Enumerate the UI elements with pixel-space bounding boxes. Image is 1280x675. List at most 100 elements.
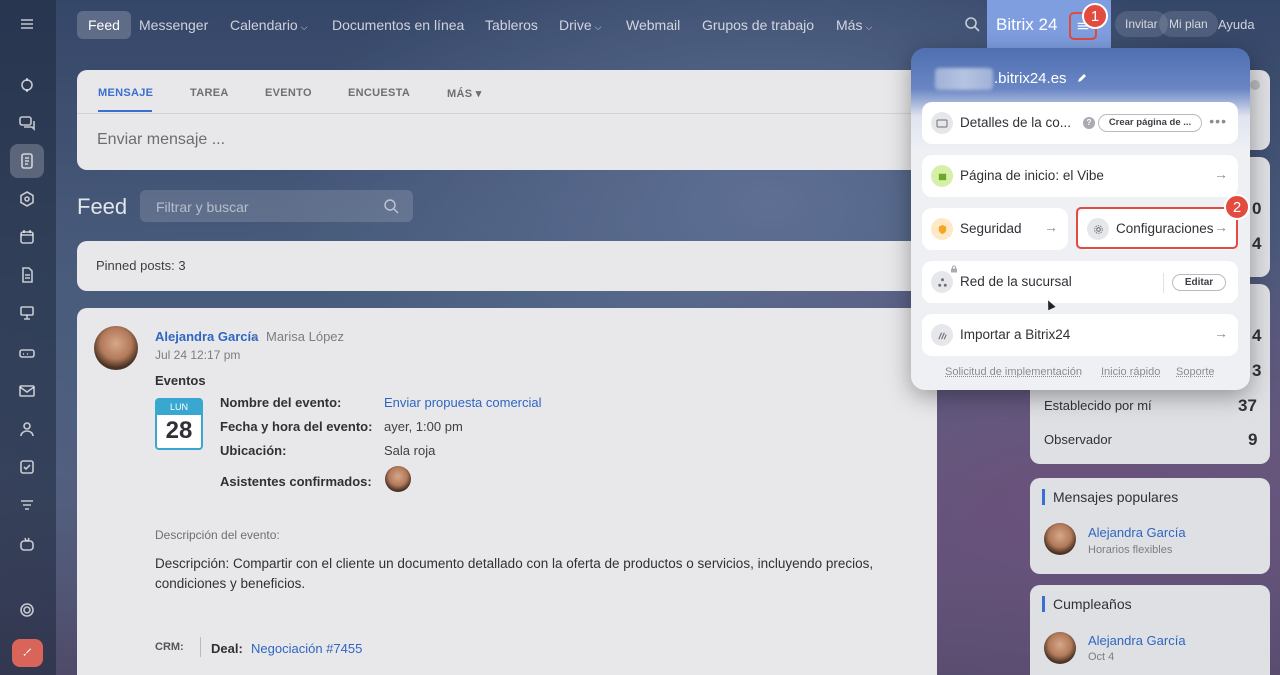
help-icon[interactable]: ? xyxy=(1083,117,1095,129)
company-details-label: Detalles de la co... xyxy=(960,115,1072,130)
calendar-icon[interactable] xyxy=(10,220,44,254)
chevron-right-icon: › xyxy=(253,328,258,343)
event-attendees-label: Asistentes confirmados: xyxy=(220,474,372,489)
presentation-icon[interactable] xyxy=(10,296,44,330)
avatar[interactable] xyxy=(1044,632,1076,664)
popular-posts-widget: Mensajes populares Alejandra García Hora… xyxy=(1030,478,1270,574)
person-link[interactable]: Alejandra García xyxy=(1088,633,1186,648)
create-page-button[interactable]: Crear página de ... xyxy=(1098,114,1202,132)
settings-gear-icon[interactable] xyxy=(10,593,44,627)
post-author[interactable]: Alejandra García xyxy=(155,329,258,344)
page-title: Feed xyxy=(77,194,128,219)
search-icon[interactable] xyxy=(963,15,981,33)
nav-drive[interactable]: Drive ⌵ xyxy=(559,17,602,33)
homepage-item[interactable]: Página de inicio: el Vibe → xyxy=(922,155,1238,197)
event-location-label: Ubicación: xyxy=(220,443,287,458)
search-icon xyxy=(384,199,399,214)
task-row-label[interactable]: Observador xyxy=(1044,432,1112,447)
nav-more-label: Más xyxy=(836,17,863,33)
homepage-label: Página de inicio: el Vibe xyxy=(960,168,1104,183)
feed-icon[interactable] xyxy=(10,144,44,178)
deal-link[interactable]: Negociación #7455 xyxy=(251,641,362,656)
blurred-subdomain xyxy=(935,68,993,90)
task-row-count: 9 xyxy=(1248,430,1258,449)
avatar[interactable] xyxy=(385,466,411,492)
divider xyxy=(200,637,201,657)
birthdays-widget: Cumpleaños Alejandra García Oct 4 xyxy=(1030,585,1270,675)
feed-post: Alejandra García › Marisa López Jul 24 1… xyxy=(77,308,937,675)
nav-documents[interactable]: Documentos en línea xyxy=(332,17,464,33)
rocket-icon[interactable] xyxy=(12,639,43,667)
pencil-icon[interactable] xyxy=(1076,72,1088,84)
counter-value: 0 xyxy=(1252,199,1262,218)
feed-search-input[interactable]: Filtrar y buscar xyxy=(140,190,413,222)
help-link[interactable]: Ayuda xyxy=(1218,17,1255,32)
hexagon-icon[interactable] xyxy=(10,182,44,216)
support-link[interactable]: Soporte xyxy=(1176,366,1215,378)
tasks-icon[interactable] xyxy=(10,450,44,484)
nav-boards[interactable]: Tableros xyxy=(485,17,538,33)
pinned-posts-bar[interactable]: Pinned posts: 3 xyxy=(77,241,937,291)
person-subtitle: Horarios flexibles xyxy=(1088,544,1173,556)
security-item[interactable]: Seguridad → xyxy=(922,208,1068,250)
home-icon xyxy=(931,165,953,187)
tab-more[interactable]: MÁS ▾ xyxy=(447,87,482,100)
post-recipient[interactable]: Marisa López xyxy=(266,329,344,344)
menu-icon[interactable] xyxy=(10,7,44,41)
help-icon[interactable] xyxy=(1250,80,1260,90)
implementation-request-link[interactable]: Solicitud de implementación xyxy=(945,366,1082,378)
event-time-label: Fecha y hora del evento: xyxy=(220,419,373,434)
more-dots-icon[interactable]: ••• xyxy=(1209,113,1227,129)
company-details-item[interactable]: Detalles de la co... ? Crear página de .… xyxy=(922,102,1238,144)
lock-icon xyxy=(951,265,957,273)
group-icon[interactable] xyxy=(10,412,44,446)
event-location-value: Sala roja xyxy=(384,443,436,458)
step-badge-2: 2 xyxy=(1224,194,1250,220)
nav-feed[interactable]: Feed xyxy=(77,11,131,39)
avatar[interactable] xyxy=(1044,523,1076,555)
nav-workgroups[interactable]: Grupos de trabajo xyxy=(702,17,814,33)
nav-webmail[interactable]: Webmail xyxy=(626,17,680,33)
tab-more-label: MÁS xyxy=(447,88,473,100)
post-date[interactable]: Jul 24 12:17 pm xyxy=(155,348,240,362)
nav-messenger[interactable]: Messenger xyxy=(139,17,208,33)
bot-icon[interactable] xyxy=(10,527,44,561)
message-input[interactable]: Enviar mensaje ... xyxy=(97,131,225,149)
filter-icon[interactable] xyxy=(10,489,44,523)
nav-calendar-label: Calendario xyxy=(230,17,298,33)
tab-task[interactable]: TAREA xyxy=(190,87,229,99)
portal-domain: .bitrix24.es xyxy=(994,70,1067,87)
event-description: Descripción: Compartir con el cliente un… xyxy=(155,556,874,591)
quick-start-link[interactable]: Inicio rápido xyxy=(1101,366,1160,378)
step-badge-1: 1 xyxy=(1082,3,1108,29)
avatar[interactable] xyxy=(94,326,138,370)
calendar-weekday: LUN xyxy=(157,400,201,415)
my-plan-button[interactable]: Mi plan xyxy=(1159,11,1218,37)
nav-drive-label: Drive xyxy=(559,17,592,33)
branch-network-item[interactable]: Red de la sucursal Editar xyxy=(922,261,1238,303)
counter-value: 4 xyxy=(1252,326,1262,345)
document-icon[interactable] xyxy=(10,258,44,292)
drive-icon[interactable] xyxy=(10,336,44,370)
tab-event[interactable]: EVENTO xyxy=(265,87,312,99)
task-row-label[interactable]: Establecido por mí xyxy=(1044,398,1152,413)
branch-network-label: Red de la sucursal xyxy=(960,274,1072,289)
widget-title: Cumpleaños xyxy=(1042,596,1132,612)
nav-calendar[interactable]: Calendario ⌵ xyxy=(230,17,308,33)
arrow-right-icon: → xyxy=(1214,166,1228,182)
crm-label: CRM: xyxy=(155,641,184,653)
tab-message[interactable]: MENSAJE xyxy=(98,87,153,99)
import-item[interactable]: Importar a Bitrix24 → xyxy=(922,314,1238,356)
person-link[interactable]: Alejandra García xyxy=(1088,525,1186,540)
sync-icon[interactable] xyxy=(10,68,44,102)
event-name-link[interactable]: Enviar propuesta comercial xyxy=(384,395,542,410)
deal-label: Deal: xyxy=(211,641,243,656)
chat-icon[interactable] xyxy=(10,106,44,140)
description-heading: Descripción del evento: xyxy=(155,528,280,542)
mail-icon[interactable] xyxy=(10,374,44,408)
tab-poll[interactable]: ENCUESTA xyxy=(348,87,410,99)
edit-button[interactable]: Editar xyxy=(1172,274,1226,291)
nav-more[interactable]: Más ⌵ xyxy=(836,17,872,33)
pinned-posts-label: Pinned posts: 3 xyxy=(96,258,186,273)
arrow-right-icon: → xyxy=(1214,325,1228,341)
